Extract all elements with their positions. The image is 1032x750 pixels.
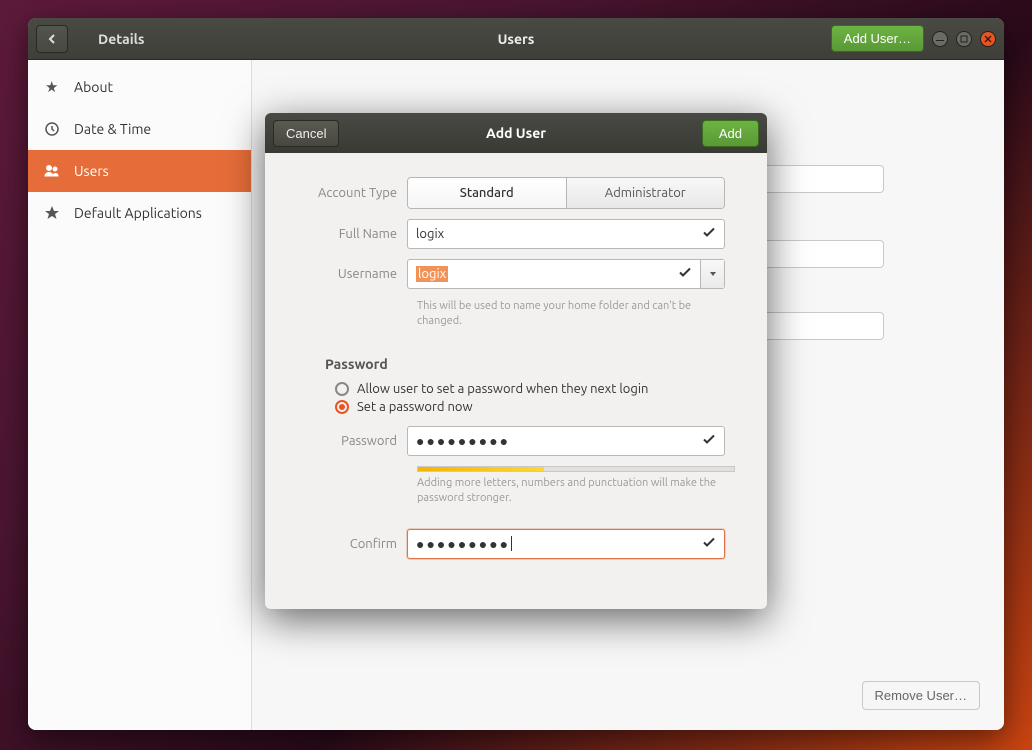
password-value: ●●●●●●●●●: [416, 433, 510, 449]
username-hint: This will be used to name your home fold…: [417, 299, 735, 330]
minimize-button[interactable]: [932, 31, 948, 47]
password-strength-bar: [417, 466, 735, 472]
strength-hint: Adding more letters, numbers and punctua…: [417, 476, 735, 507]
radio-label: Set a password now: [357, 400, 473, 414]
remove-user-button[interactable]: Remove User…: [862, 681, 980, 710]
page-title: Users: [498, 31, 535, 47]
radio-set-now[interactable]: Set a password now: [335, 398, 735, 416]
star-icon: [44, 205, 60, 221]
username-label: Username: [297, 267, 407, 281]
radio-set-later[interactable]: Allow user to set a password when they n…: [335, 380, 735, 398]
full-name-value: logix: [416, 227, 444, 241]
section-title: Details: [98, 31, 144, 47]
chevron-left-icon: [46, 33, 58, 45]
strength-fill: [418, 467, 544, 471]
full-name-label: Full Name: [297, 227, 407, 241]
username-dropdown[interactable]: [700, 260, 724, 288]
sidebar: About Date & Time Users Default Applicat…: [28, 60, 252, 730]
titlebar: Details Users Add User…: [28, 18, 1004, 60]
sidebar-item-label: Date & Time: [74, 121, 151, 137]
password-input[interactable]: ●●●●●●●●●: [407, 426, 725, 456]
close-button[interactable]: [980, 31, 996, 47]
users-icon: [44, 163, 60, 179]
confirm-value: ●●●●●●●●●: [416, 536, 510, 552]
clock-icon: [44, 121, 60, 137]
radio-label: Allow user to set a password when they n…: [357, 382, 648, 396]
maximize-icon: [960, 35, 968, 43]
sidebar-item-label: Users: [74, 163, 109, 179]
sidebar-item-defaultapps[interactable]: Default Applications: [28, 192, 251, 234]
account-type-label: Account Type: [297, 186, 407, 200]
account-type-toggle: Standard Administrator: [407, 177, 725, 209]
add-user-dialog: Cancel Add User Add Account Type Standar…: [265, 113, 767, 609]
sidebar-item-users[interactable]: Users: [28, 150, 251, 192]
sidebar-item-about[interactable]: About: [28, 66, 251, 108]
radio-icon: [335, 382, 349, 396]
username-value: logix: [416, 266, 448, 282]
account-type-admin[interactable]: Administrator: [567, 178, 725, 208]
sidebar-item-label: About: [74, 79, 113, 95]
dialog-titlebar: Cancel Add User Add: [265, 113, 767, 153]
password-header: Password: [325, 356, 735, 372]
radio-icon: [335, 400, 349, 414]
cancel-button[interactable]: Cancel: [273, 120, 339, 147]
chevron-down-icon: [708, 269, 718, 279]
add-button[interactable]: Add: [702, 120, 759, 147]
full-name-input[interactable]: logix: [407, 219, 725, 249]
add-user-button[interactable]: Add User…: [831, 25, 924, 52]
confirm-input[interactable]: ●●●●●●●●●: [407, 529, 725, 559]
check-icon: [702, 535, 716, 552]
confirm-label: Confirm: [297, 537, 407, 551]
maximize-button[interactable]: [956, 31, 972, 47]
password-label: Password: [297, 434, 407, 448]
text-cursor: [511, 536, 512, 551]
dialog-title: Add User: [486, 125, 546, 141]
close-icon: [984, 35, 992, 43]
sidebar-item-label: Default Applications: [74, 205, 202, 221]
back-button[interactable]: [36, 25, 68, 53]
account-type-standard[interactable]: Standard: [408, 178, 567, 208]
check-icon: [678, 266, 692, 283]
plus-icon: [44, 79, 60, 95]
minimize-icon: [936, 35, 944, 43]
username-input[interactable]: logix: [407, 259, 725, 289]
check-icon: [702, 226, 716, 243]
check-icon: [702, 432, 716, 449]
sidebar-item-datetime[interactable]: Date & Time: [28, 108, 251, 150]
